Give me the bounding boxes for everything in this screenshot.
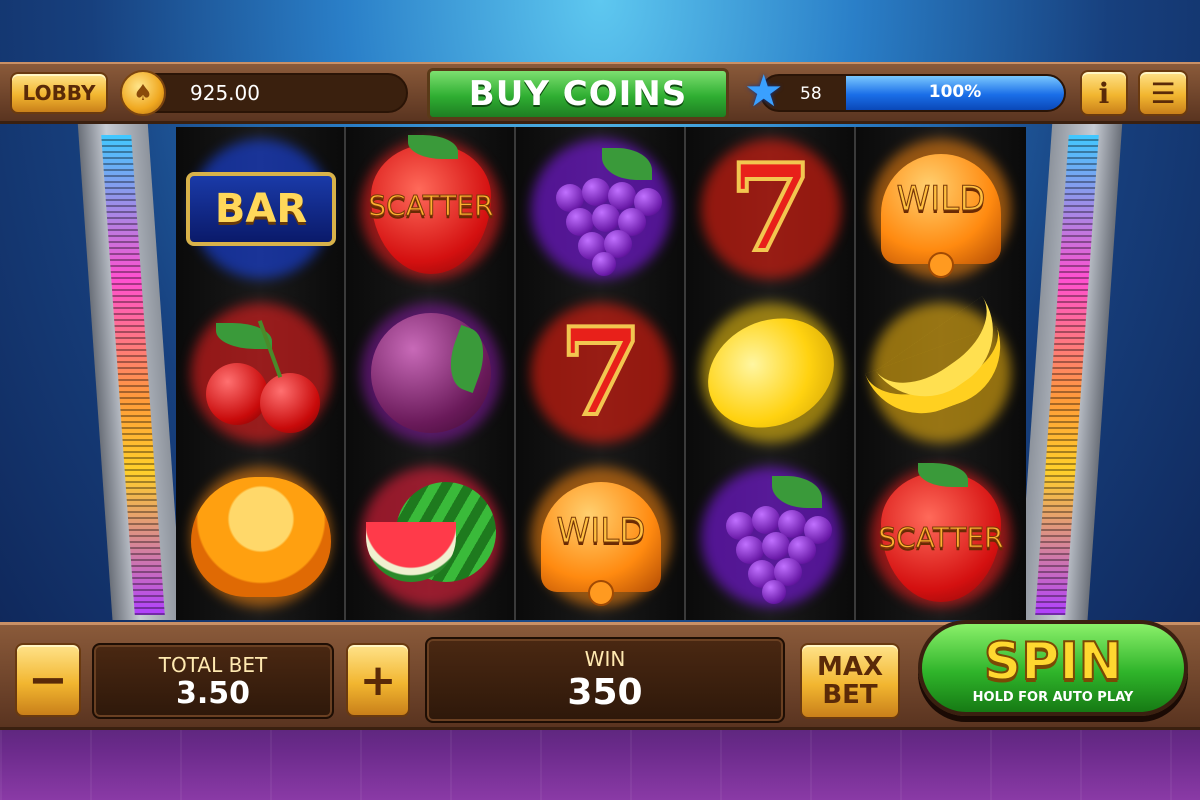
seven-symbol: 7: [557, 302, 644, 443]
buy-coins-button[interactable]: BUY COINS: [427, 68, 729, 120]
reels-area: BAR SCATTER 7 WILD 7 WILD SCATTER: [176, 127, 1026, 620]
symbol-watermelon: [346, 455, 516, 619]
symbol-strawberry-scatter: SCATTER: [346, 127, 516, 291]
increase-bet-button[interactable]: +: [346, 643, 410, 717]
banana-icon: [864, 296, 1018, 431]
auto-play-hint: HOLD FOR AUTO PLAY: [972, 690, 1134, 705]
symbol-bell-wild: WILD: [856, 127, 1026, 291]
reel-3: 7 WILD: [516, 127, 686, 620]
level-value: 58: [800, 84, 822, 104]
reel-5: WILD SCATTER: [856, 127, 1026, 620]
coin-balance-value: 925.00: [190, 81, 260, 105]
total-bet-label: TOTAL BET: [158, 653, 268, 677]
menu-icon: ☰: [1150, 76, 1176, 110]
watermelon-icon: [366, 482, 496, 592]
symbol-strawberry-scatter: SCATTER: [856, 455, 1026, 619]
scatter-label: SCATTER: [878, 521, 1004, 555]
symbol-orange: [176, 455, 346, 619]
symbol-banana: [856, 291, 1026, 455]
info-icon: i: [1098, 76, 1110, 110]
symbol-bell-wild: WILD: [516, 455, 686, 619]
wild-label: WILD: [556, 511, 646, 552]
total-bet-panel: TOTAL BET 3.50: [92, 643, 334, 719]
symbol-lemon: [686, 291, 856, 455]
coin-balance: ♠ 925.00: [120, 70, 408, 116]
total-bet-value: 3.50: [175, 676, 251, 711]
star-level-icon: ★: [744, 66, 784, 117]
win-label: WIN: [584, 647, 626, 671]
symbol-plum: [346, 291, 516, 455]
reel-1: BAR: [176, 127, 346, 620]
symbol-grapes: [516, 127, 686, 291]
scatter-label: SCATTER: [368, 189, 494, 223]
spin-button[interactable]: SPIN HOLD FOR AUTO PLAY: [918, 620, 1188, 716]
lemon-icon: [690, 298, 852, 448]
grapes-icon: [706, 472, 836, 604]
menu-button[interactable]: ☰: [1138, 70, 1188, 116]
lobby-button[interactable]: LOBBY: [10, 72, 108, 114]
reel-2: SCATTER: [346, 127, 516, 620]
max-bet-button[interactable]: MAX BET: [800, 643, 900, 719]
grapes-icon: [536, 144, 666, 276]
wild-label: WILD: [896, 179, 986, 220]
bar-symbol: BAR: [186, 172, 336, 246]
seven-symbol: 7: [727, 138, 814, 279]
symbol-cherry: [176, 291, 346, 455]
win-panel: WIN 350: [425, 637, 785, 723]
symbol-grapes: [686, 455, 856, 619]
cherry-icon: [196, 313, 326, 433]
info-button[interactable]: i: [1080, 70, 1128, 116]
decrease-bet-button[interactable]: −: [15, 643, 81, 717]
top-bar: LOBBY ♠ 925.00 BUY COINS ★ 58 100% i ☰: [0, 62, 1200, 124]
xp-progress-text: 100%: [928, 82, 982, 102]
orange-icon: [191, 477, 331, 597]
win-value: 350: [567, 672, 643, 713]
reel-4: 7: [686, 127, 856, 620]
symbol-bar: BAR: [176, 127, 346, 291]
symbol-seven: 7: [686, 127, 856, 291]
coin-icon: ♠: [120, 70, 166, 116]
symbol-seven: 7: [516, 291, 686, 455]
spin-label: SPIN: [983, 631, 1123, 693]
